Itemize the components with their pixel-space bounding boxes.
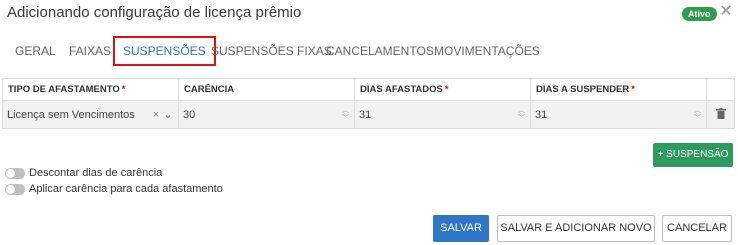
tab-suspensoes-fixas[interactable]: SUSPENSÕES FIXAS — [211, 36, 332, 66]
dias-afastados-input[interactable]: 31 ︿ ﹀ — [354, 100, 531, 129]
aplicar-toggle[interactable] — [5, 183, 25, 195]
tab-bar: GERAL FAIXAS SUSPENSÕES SUSPENSÕES FIXAS… — [0, 36, 738, 66]
cancel-button[interactable]: CANCELAR — [662, 215, 732, 242]
save-and-new-button[interactable]: SALVAR E ADICIONAR NOVO — [497, 215, 655, 242]
carencia-input[interactable]: 30 ︿ ﹀ — [178, 100, 355, 129]
header-actions — [706, 78, 735, 101]
table-header-row: TIPO DE AFASTAMENTO * CARÊNCIA DIAS AFAST… — [2, 78, 735, 101]
descontar-toggle[interactable] — [5, 167, 25, 179]
tipo-afastamento-select[interactable]: Licença sem Vencimentos × ⌄ — [2, 100, 179, 129]
required-marker: * — [444, 84, 449, 95]
table-row: Licença sem Vencimentos × ⌄ 30 ︿ ﹀ 31 ︿ ﹀ — [2, 100, 735, 129]
tab-faixas[interactable]: FAIXAS — [69, 36, 111, 66]
close-icon[interactable]: ✕ — [718, 3, 734, 21]
tab-movimentacoes[interactable]: MOVIMENTAÇÕES — [434, 36, 540, 66]
header-carencia: CARÊNCIA — [178, 78, 355, 101]
tab-geral[interactable]: GERAL — [15, 36, 56, 66]
dias-afastados-value: 31 — [359, 108, 372, 121]
toggle-row-aplicar: Aplicar carência para cada afastamento — [5, 183, 223, 195]
header-dias-afastados: DIAS AFASTADOS * — [354, 78, 531, 101]
dialog-title: Adicionando configuração de licença prêm… — [7, 4, 302, 21]
header-tipo-afastamento: TIPO DE AFASTAMENTO * — [2, 78, 179, 101]
add-suspension-button[interactable]: + SUSPENSÃO — [653, 143, 733, 167]
header-dias-suspender: DIAS A SUSPENDER * — [530, 78, 707, 101]
status-badge: Ativo — [682, 7, 717, 21]
spinner-icon[interactable]: ︿ ﹀ — [517, 107, 526, 123]
dias-suspender-value: 31 — [535, 108, 548, 121]
aplicar-label: Aplicar carência para cada afastamento — [29, 183, 223, 195]
save-button[interactable]: SALVAR — [433, 215, 489, 242]
carencia-value: 30 — [183, 108, 196, 121]
tab-cancelamentos[interactable]: CANCELAMENTOS — [326, 36, 434, 66]
toggle-row-descontar: Descontar dias de carência — [5, 167, 162, 179]
descontar-label: Descontar dias de carência — [29, 167, 163, 179]
dias-suspender-input[interactable]: 31 ︿ ﹀ — [530, 100, 707, 129]
chevron-down-icon[interactable]: ⌄ — [162, 108, 174, 121]
suspensions-table: TIPO DE AFASTAMENTO * CARÊNCIA DIAS AFAST… — [2, 78, 735, 129]
required-marker: * — [121, 84, 126, 95]
spinner-icon[interactable]: ︿ ﹀ — [341, 107, 350, 123]
spinner-icon[interactable]: ︿ ﹀ — [693, 107, 702, 123]
tipo-afastamento-value: Licença sem Vencimentos — [7, 108, 135, 121]
trash-icon[interactable] — [706, 100, 735, 129]
tab-suspensoes[interactable]: SUSPENSÕES — [113, 36, 216, 66]
required-marker: * — [631, 84, 635, 95]
clear-icon[interactable]: × — [150, 109, 162, 121]
